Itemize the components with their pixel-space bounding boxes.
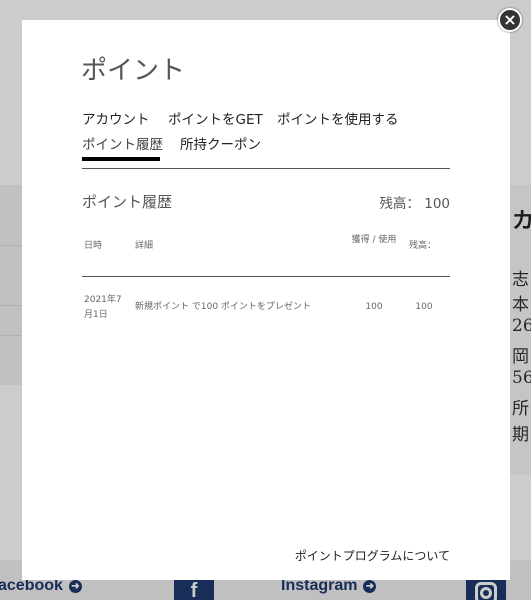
header-details: 詳細 (135, 241, 154, 251)
points-modal: ポイント アカウント ポイントをGET ポイントを使用する ポイント履歴 所持ク… (22, 20, 510, 580)
tab-get-points[interactable]: ポイントをGET (168, 108, 263, 128)
cell-details: 新規ポイント で100 ポイントをプレゼント (135, 302, 311, 312)
header-balance: 残高： (409, 241, 437, 251)
cell-balance: 100 (415, 302, 433, 312)
section-title: ポイント履歴 (82, 193, 173, 211)
close-icon: × (503, 10, 517, 29)
cell-earned-used: 100 (365, 302, 383, 312)
active-tab-indicator (82, 157, 160, 161)
tab-point-history[interactable]: ポイント履歴 (82, 133, 163, 153)
balance-label: 残高： 100 (379, 196, 450, 212)
tab-use-points[interactable]: ポイントを使用する (277, 108, 399, 128)
table-header-divider (82, 276, 450, 277)
tab-coupons[interactable]: 所持クーポン (180, 133, 261, 153)
cell-date: 2021年7月1日 (84, 295, 122, 320)
header-date: 日時 (84, 241, 103, 251)
tab-account[interactable]: アカウント (82, 108, 150, 128)
header-earned-used: 獲得 / 使用 (351, 235, 397, 245)
tabs-divider (82, 168, 450, 169)
modal-title: ポイント (81, 56, 186, 86)
close-button[interactable]: × (498, 8, 522, 32)
point-program-link[interactable]: ポイントプログラムについて (295, 547, 450, 564)
